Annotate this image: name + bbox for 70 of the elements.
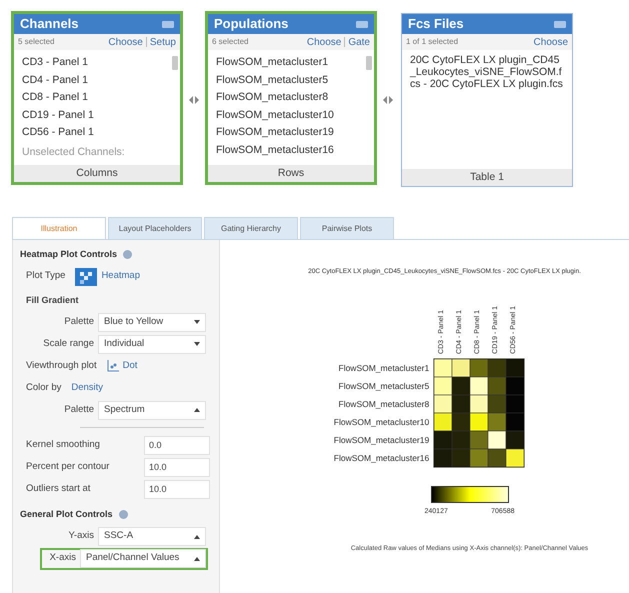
number-field[interactable]: 10.0	[144, 480, 210, 498]
option-link[interactable]: Dot	[106, 358, 138, 374]
number-field[interactable]: 0.0	[144, 436, 210, 454]
dropdown[interactable]: Blue to Yellow	[98, 312, 206, 332]
section-heading: Heatmap Plot Controls	[20, 248, 118, 261]
list-item[interactable]: CD4 - Panel 1	[22, 72, 162, 89]
field-label: Scale range	[42, 336, 95, 351]
panel-link[interactable]: Gate	[348, 34, 370, 50]
tab[interactable]: Gating Hierarchy	[204, 217, 298, 239]
group-label: Fill Gradient	[26, 294, 80, 306]
field-label: Plot Type	[26, 269, 66, 284]
window-icon	[356, 20, 368, 28]
field-label: Color by	[26, 380, 62, 395]
list-item[interactable]: FlowSOM_metacluster1	[216, 54, 356, 72]
dropdown[interactable]: Spectrum	[98, 400, 206, 420]
option-link[interactable]: Density	[71, 380, 104, 396]
row-label: FlowSOM_metacluster19	[334, 434, 430, 447]
scatter-plot-icon	[106, 360, 119, 372]
field-label: X-axis	[48, 551, 77, 566]
dropdown[interactable]: Panel/Channel Values	[80, 549, 206, 568]
panel-title: Populations	[214, 15, 288, 34]
list-item[interactable]: 20C CytoFLEX LX plugin_CD45_Leukocytes_viSNE_FlowSOM.fcs - 20C CytoFLEX LX plugin.fcs	[410, 54, 564, 90]
heatmap-icon	[75, 268, 98, 286]
window-icon	[162, 20, 174, 28]
panel-link[interactable]: Choose	[306, 34, 342, 50]
help-icon[interactable]	[118, 510, 128, 520]
help-icon[interactable]	[123, 250, 132, 260]
list-item[interactable]: FlowSOM_metacluster8	[216, 89, 356, 106]
panel-footer: Table 1	[402, 169, 572, 186]
list-item[interactable]: CD56 - Panel 1	[22, 124, 162, 142]
field-label: Palette	[63, 314, 95, 329]
swap-icon[interactable]	[189, 96, 199, 104]
row-label: FlowSOM_metacluster1	[338, 362, 430, 375]
dropdown[interactable]: Individual	[98, 334, 206, 354]
list-item[interactable]: FlowSOM_metacluster10	[216, 106, 356, 124]
panel-title: Fcs Files	[408, 15, 464, 34]
section-label: Unselected Channels:	[22, 144, 126, 160]
tab[interactable]: Layout Placeholders	[108, 217, 202, 239]
panel-link[interactable]: Choose	[534, 34, 568, 50]
window-icon	[554, 20, 566, 28]
number-field[interactable]: 10.0	[144, 458, 210, 476]
field-label: Percent per contour	[26, 460, 110, 474]
section-heading: General Plot Controls	[20, 508, 113, 521]
row-label: FlowSOM_metacluster10	[334, 416, 430, 429]
list-item[interactable]: CD3 - Panel 1	[22, 54, 162, 72]
selection-count: 1 of 1 selected	[406, 36, 458, 48]
selection-count: 6 selected	[212, 36, 248, 48]
panel-link[interactable]: Choose	[108, 34, 143, 50]
list-item[interactable]: FlowSOM_metacluster16	[216, 142, 356, 159]
panel-title: Channels	[20, 15, 79, 34]
panel-footer: Rows	[208, 165, 374, 182]
selection-count: 5 selected	[18, 36, 54, 48]
row-label: FlowSOM_metacluster5	[338, 380, 430, 393]
option-link[interactable]: Heatmap	[75, 268, 140, 286]
tab[interactable]: Pairwise Plots	[300, 217, 394, 239]
list-item[interactable]: FlowSOM_metacluster19	[216, 124, 356, 142]
panel-footer: Columns	[14, 165, 180, 182]
panel-link[interactable]: Setup	[150, 34, 176, 50]
field-label: Y-axis	[67, 529, 95, 544]
swap-icon[interactable]	[383, 96, 393, 104]
field-label: Palette	[63, 402, 95, 417]
list-item[interactable]: CD19 - Panel 1	[22, 106, 162, 124]
row-label: FlowSOM_metacluster8	[338, 398, 430, 411]
field-label: Outliers start at	[26, 482, 92, 496]
row-label: FlowSOM_metacluster16	[334, 452, 430, 465]
list-item[interactable]: CD8 - Panel 1	[22, 89, 162, 106]
list-item[interactable]: FlowSOM_metacluster5	[216, 72, 356, 89]
field-label: Viewthrough plot	[26, 358, 97, 373]
dropdown[interactable]: SSC-A	[98, 527, 206, 546]
field-label: Kernel smoothing	[26, 438, 101, 452]
